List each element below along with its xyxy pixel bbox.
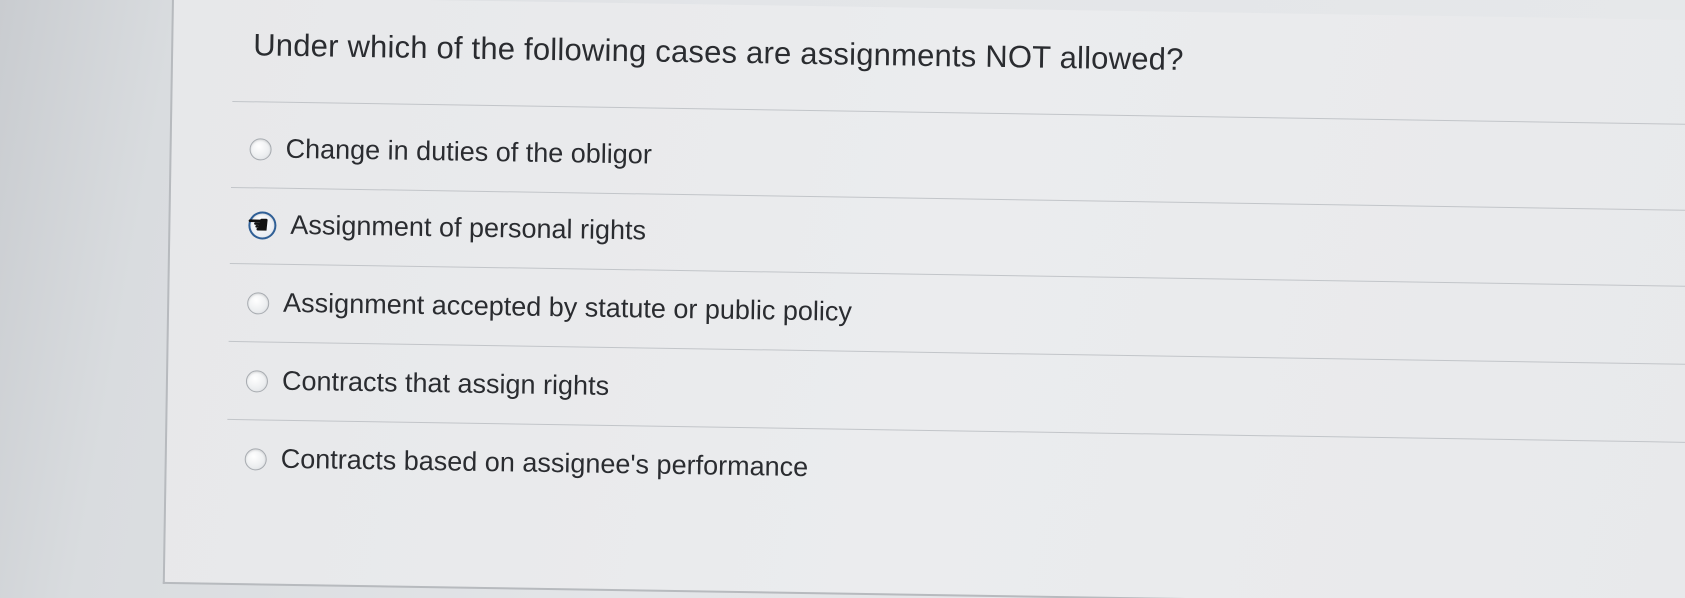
- divider: [229, 262, 1685, 288]
- screen: Under which of the following cases are a…: [0, 0, 1685, 598]
- answer-option-3[interactable]: Assignment accepted by statute or public…: [247, 287, 852, 327]
- answer-option-label: Assignment accepted by statute or public…: [282, 287, 853, 327]
- answer-option-label: Contracts that assign rights: [281, 365, 610, 401]
- answer-option-2[interactable]: ☚ Assignment of personal rights: [246, 208, 647, 246]
- answer-option-label: Assignment of personal rights: [290, 209, 647, 246]
- radio-button[interactable]: [245, 369, 269, 393]
- divider: [232, 100, 1685, 126]
- divider: [230, 186, 1685, 212]
- divider: [227, 418, 1685, 444]
- answer-option-label: Contracts based on assignee's performanc…: [280, 443, 809, 483]
- answer-option-5[interactable]: Contracts based on assignee's performanc…: [244, 443, 808, 483]
- question-text: Under which of the following cases are a…: [252, 27, 1184, 77]
- answer-option-1[interactable]: Change in duties of the obligor: [249, 133, 652, 170]
- radio-button[interactable]: [247, 291, 270, 315]
- radio-button[interactable]: [249, 137, 272, 161]
- answer-option-4[interactable]: Contracts that assign rights: [245, 365, 610, 402]
- answer-option-label: Change in duties of the obligor: [285, 133, 653, 170]
- question-card: Under which of the following cases are a…: [162, 0, 1685, 598]
- hand-pointer-icon: ☚: [246, 208, 270, 240]
- radio-button[interactable]: ☚: [246, 208, 277, 240]
- divider: [228, 340, 1685, 366]
- radio-button[interactable]: [244, 447, 267, 471]
